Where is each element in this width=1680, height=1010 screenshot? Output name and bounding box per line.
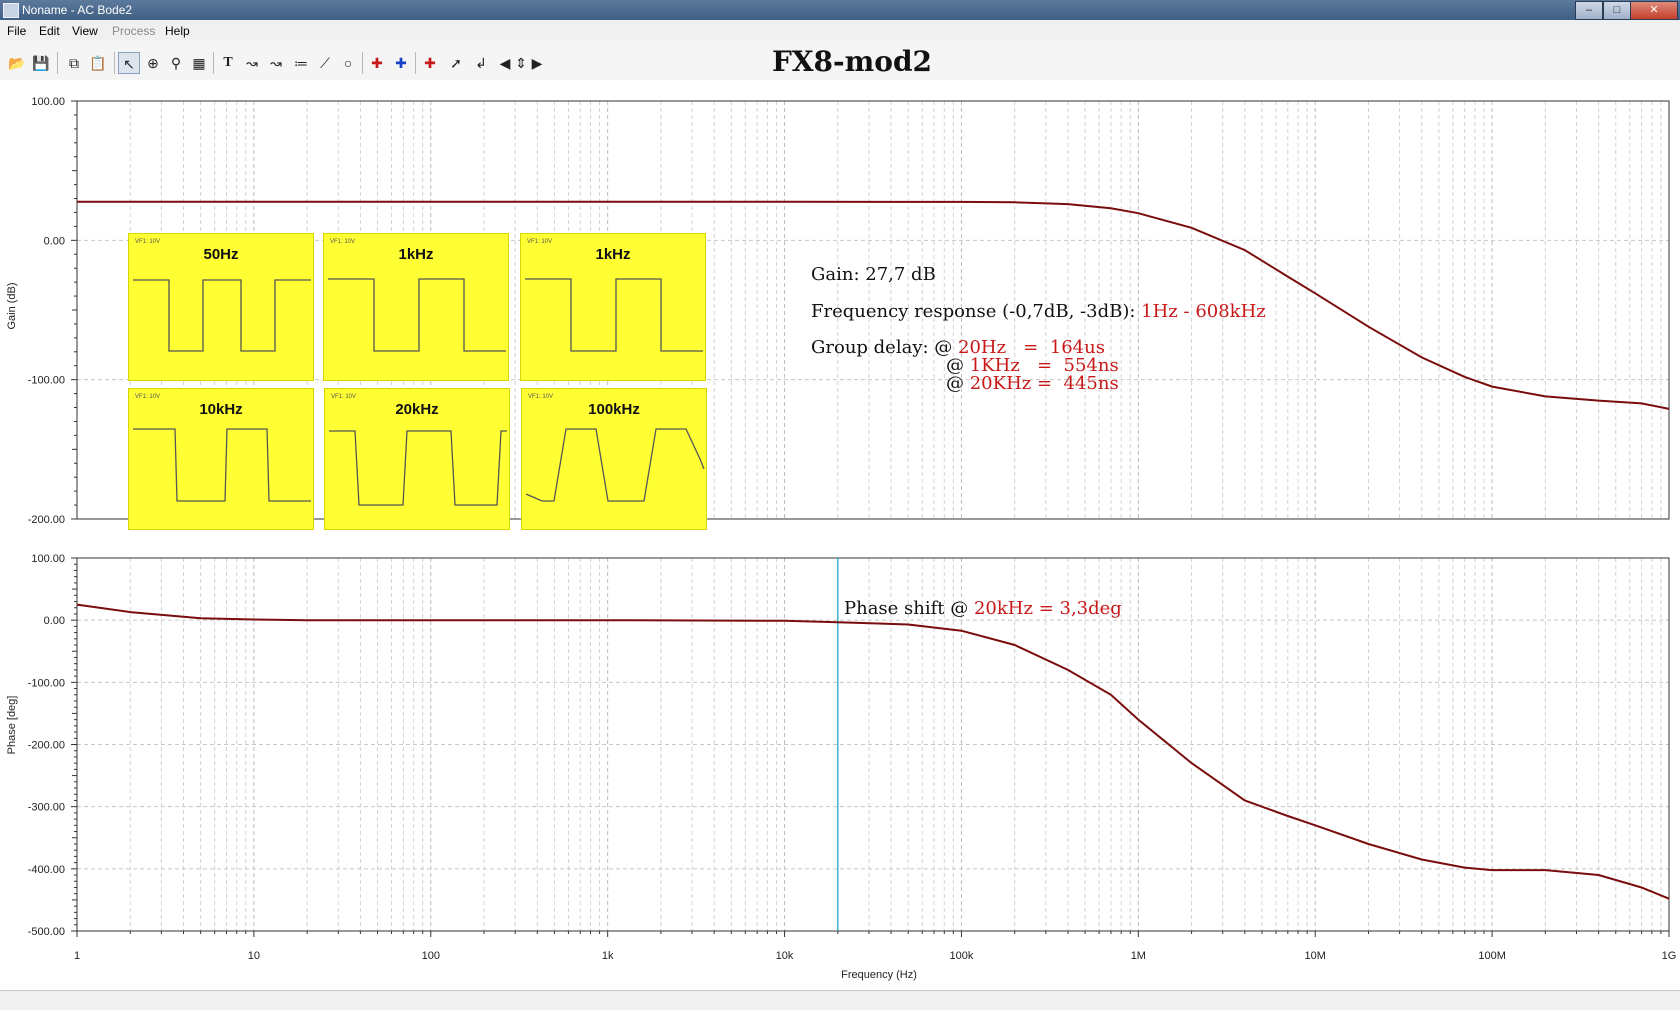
x-tick-label: 10 xyxy=(248,950,260,962)
x-tick-label: 10M xyxy=(1305,950,1326,962)
square-wave xyxy=(328,278,506,352)
group-delay-20khz: @ 20KHz = 445ns xyxy=(946,373,1119,394)
frequency-response-annotation: Frequency response (-0,7dB, -3dB): 1Hz -… xyxy=(811,301,1266,322)
freq-prefix: Frequency response (-0,7dB, -3dB): xyxy=(811,301,1142,322)
square-wave xyxy=(133,428,311,502)
x-tick-label: 100M xyxy=(1478,950,1506,962)
gain-axis-label: Gain (dB) xyxy=(6,282,18,329)
y-tick-label: -500.00 xyxy=(28,926,65,938)
y-tick-label: 100.00 xyxy=(31,96,65,108)
phase-prefix: Phase shift @ xyxy=(844,598,974,619)
trapezoid-wave xyxy=(525,428,705,502)
gd-20khz-at: @ xyxy=(946,373,970,394)
x-tick-label: 1M xyxy=(1131,950,1146,962)
x-tick-label: 1k xyxy=(602,950,614,962)
x-tick-label: 1 xyxy=(74,950,80,962)
x-tick-label: 100k xyxy=(950,950,974,962)
gd-20khz: 20KHz = 445ns xyxy=(969,373,1119,394)
freq-value: 1Hz - 608kHz xyxy=(1141,301,1266,322)
gd-prefix: Group delay: @ xyxy=(811,337,958,358)
y-tick-label: -100.00 xyxy=(28,375,65,387)
phase-value: 20kHz = 3,3deg xyxy=(973,598,1122,619)
gain-annotation: Gain: 27,7 dB xyxy=(811,264,936,285)
x-tick-label: 10k xyxy=(776,950,794,962)
y-tick-label: -300.00 xyxy=(28,802,65,814)
gain-y-ticks: 100.00 0.00 -100.00 -200.00 xyxy=(28,96,77,526)
x-tick-label: 100 xyxy=(422,950,440,962)
scope-thumbnail: VF1: 10V 10kHz xyxy=(128,388,314,530)
square-wave xyxy=(525,278,703,352)
square-wave xyxy=(133,279,311,352)
y-tick-label: 0.00 xyxy=(44,615,65,627)
y-tick-label: 0.00 xyxy=(44,235,65,247)
phase-trace xyxy=(76,603,1670,900)
y-tick-label: -200.00 xyxy=(28,740,65,752)
frequency-x-ticks: 1 10 100 1k 10k 100k 1M 10M 100M 1G xyxy=(74,931,1676,962)
y-tick-label: -400.00 xyxy=(28,864,65,876)
scope-thumbnail: VF1: 10V 100kHz xyxy=(521,388,707,530)
phase-axis-label: Phase [deg] xyxy=(6,696,18,755)
x-tick-label: 1G xyxy=(1662,950,1677,962)
scope-thumbnail: VF1: 10V 50Hz xyxy=(128,233,314,381)
y-tick-label: -100.00 xyxy=(28,677,65,689)
phase-shift-annotation: Phase shift @ 20kHz = 3,3deg xyxy=(844,598,1122,619)
scope-thumbnail: VF1: 10V 1kHz xyxy=(323,233,509,381)
phase-y-ticks: 100.00 0.00 -100.00 -200.00 -300.00 -400.00 -5… xyxy=(28,553,77,938)
y-tick-label: -200.00 xyxy=(28,514,65,526)
square-wave xyxy=(329,430,507,506)
y-tick-label: 100.00 xyxy=(31,553,65,565)
scope-thumbnail: VF1: 10V 20kHz xyxy=(324,388,510,530)
frequency-axis-label: Frequency (Hz) xyxy=(841,969,917,981)
scope-thumbnail: VF1: 10V 1kHz xyxy=(520,233,706,381)
analysis-tabs xyxy=(0,990,1680,1010)
